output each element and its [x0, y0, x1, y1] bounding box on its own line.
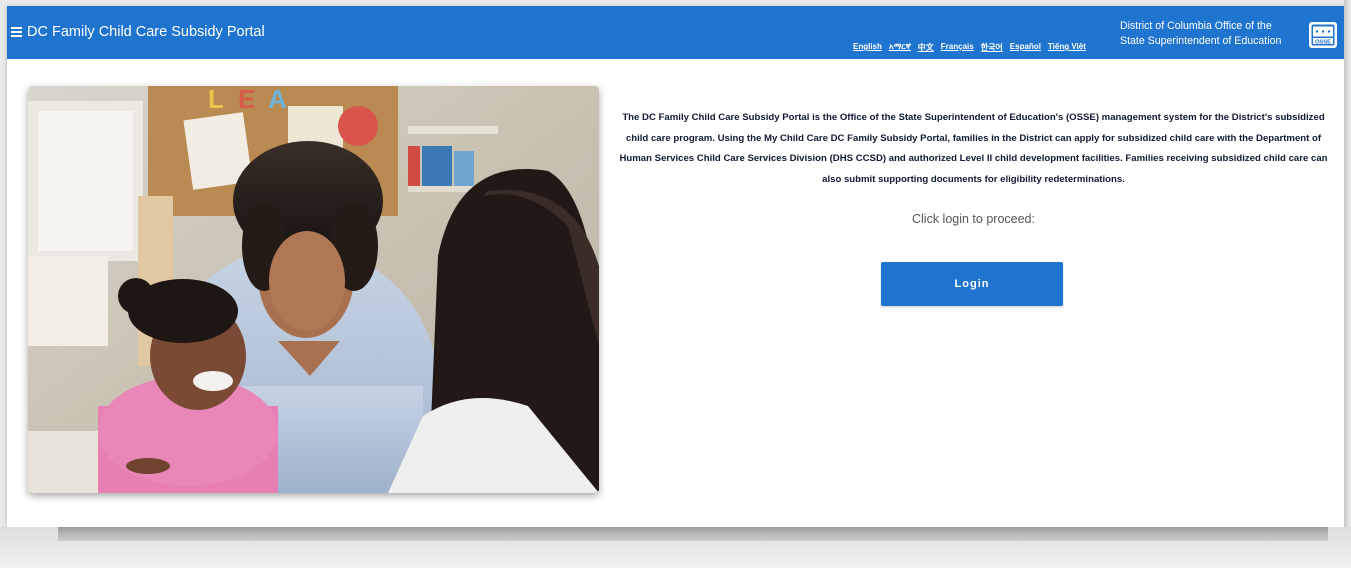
login-button[interactable]: Login [881, 262, 1063, 306]
language-link-korean[interactable]: 한국어 [981, 42, 1003, 53]
language-selector: English አማርኛ 中文 Français 한국어 Español Tiế… [853, 42, 1086, 53]
hamburger-menu-icon[interactable] [11, 27, 22, 37]
portal-description: The DC Family Child Care Subsidy Portal … [619, 112, 1328, 185]
app-window: DC Family Child Care Subsidy Portal Engl… [7, 6, 1344, 527]
top-app-bar: DC Family Child Care Subsidy Portal Engl… [7, 6, 1344, 59]
agency-name: District of Columbia Office of the State… [1120, 19, 1310, 49]
app-title: DC Family Child Care Subsidy Portal [27, 24, 265, 40]
osse-logo-icon[interactable]: OSSE [1308, 21, 1338, 49]
hero-photo-mother-and-child: L E A [28, 86, 599, 493]
blurred-taskbar [58, 527, 1328, 541]
svg-text:A: A [268, 86, 287, 114]
language-link-amharic[interactable]: አማርኛ [889, 42, 911, 53]
language-link-english[interactable]: English [853, 42, 882, 53]
language-link-chinese[interactable]: 中文 [918, 42, 934, 53]
language-link-french[interactable]: Français [941, 42, 974, 53]
login-prompt-text: Click login to proceed: [912, 212, 1035, 226]
language-link-vietnamese[interactable]: Tiếng Việt [1048, 42, 1086, 53]
window-shadow-right [1344, 0, 1351, 568]
window-shadow-bottom [0, 527, 1351, 568]
osse-logo-text: OSSE [1315, 39, 1331, 45]
agency-name-line-1: District of Columbia Office of the [1120, 20, 1272, 32]
svg-text:L: L [208, 86, 224, 114]
agency-name-line-2: State Superintendent of Education [1120, 35, 1282, 47]
language-link-spanish[interactable]: Español [1010, 42, 1041, 53]
svg-text:E: E [238, 86, 255, 114]
